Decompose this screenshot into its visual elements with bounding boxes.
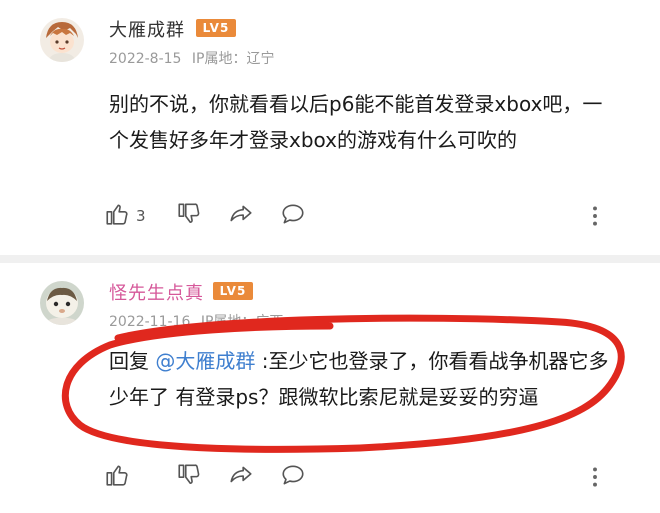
thumbs-down-icon bbox=[176, 201, 202, 231]
comment-actions: 3 bbox=[104, 202, 604, 232]
dislike-button[interactable] bbox=[176, 202, 202, 230]
more-icon bbox=[582, 464, 608, 494]
more-icon bbox=[582, 203, 608, 233]
avatar[interactable] bbox=[40, 18, 84, 62]
comment-text: 别的不说，你就看看以后p6能不能首发登录xbox吧，一个发售好多年才登录xbox… bbox=[109, 92, 603, 152]
reply-prefix: 回复 bbox=[109, 349, 156, 373]
more-button[interactable] bbox=[582, 465, 608, 493]
reply-button[interactable] bbox=[280, 463, 306, 491]
mention-link[interactable]: @大雁成群 bbox=[155, 349, 255, 373]
thumbs-down-icon bbox=[176, 462, 202, 492]
share-button[interactable] bbox=[228, 463, 254, 491]
comment-icon bbox=[280, 462, 306, 492]
reply-button[interactable] bbox=[280, 202, 306, 230]
ip-location: IP属地：广西 bbox=[200, 314, 284, 330]
share-icon bbox=[228, 201, 254, 231]
avatar[interactable] bbox=[40, 281, 84, 325]
comment-card: 大雁成群 LV5 2022-8-15 IP属地：辽宁 别的不说，你就看看以后p6… bbox=[0, 0, 660, 255]
level-badge: LV5 bbox=[196, 19, 236, 37]
comment-meta: 2022-11-16 IP属地：广西 bbox=[109, 311, 289, 331]
username[interactable]: 怪先生点真 bbox=[109, 279, 204, 305]
share-button[interactable] bbox=[228, 202, 254, 230]
comment-date: 2022-8-15 bbox=[109, 51, 182, 67]
comment-meta: 2022-8-15 IP属地：辽宁 bbox=[109, 48, 281, 68]
like-button[interactable] bbox=[104, 463, 130, 491]
ip-location: IP属地：辽宁 bbox=[191, 51, 275, 67]
thumbs-up-icon bbox=[104, 201, 130, 231]
share-icon bbox=[228, 462, 254, 492]
like-count: 3 bbox=[136, 207, 146, 225]
level-badge: LV5 bbox=[213, 282, 253, 300]
username[interactable]: 大雁成群 bbox=[109, 16, 185, 42]
comment-text: 回复 @大雁成群 :至少它也登录了，你看看战争机器它多少年了 有登录ps？跟微软… bbox=[109, 343, 619, 415]
thumbs-up-icon bbox=[104, 462, 130, 492]
comment-date: 2022-11-16 bbox=[109, 314, 191, 330]
comment-actions bbox=[104, 463, 604, 493]
dislike-button[interactable] bbox=[176, 463, 202, 491]
like-button[interactable]: 3 bbox=[104, 202, 146, 230]
comment-icon bbox=[280, 201, 306, 231]
comment-card: 怪先生点真 LV5 2022-11-16 IP属地：广西 回复 @大雁成群 :至… bbox=[0, 263, 660, 513]
more-button[interactable] bbox=[582, 204, 608, 232]
